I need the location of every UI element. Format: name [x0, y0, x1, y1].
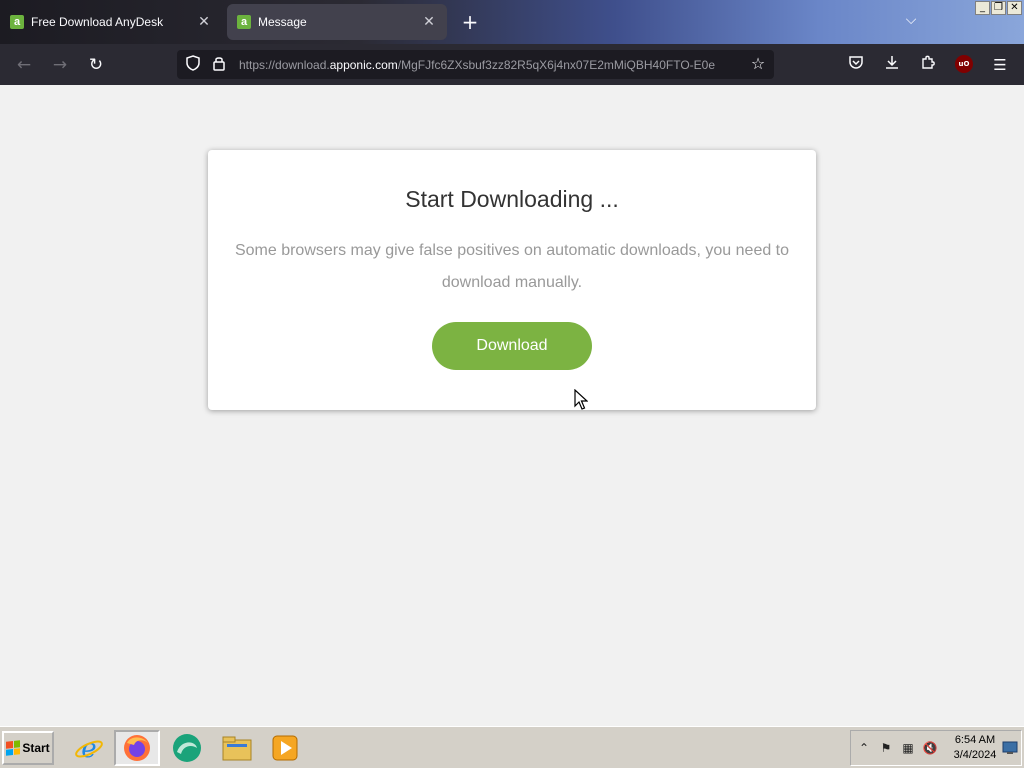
system-tray: ⌃ ⚑ ▦ 🔇 6:54 AM 3/4/2024 — [850, 730, 1022, 766]
action-center-flag-icon[interactable]: ⚑ — [877, 739, 895, 757]
file-explorer-icon[interactable] — [214, 730, 260, 766]
back-arrow-icon[interactable]: ← — [12, 53, 36, 77]
apponic-favicon-icon: a — [10, 15, 24, 29]
start-label: Start — [22, 741, 50, 755]
network-icon[interactable]: ▦ — [899, 739, 917, 757]
close-tab-icon[interactable]: ✕ — [421, 14, 437, 30]
show-desktop-icon[interactable] — [1002, 740, 1018, 756]
page-title: Start Downloading ... — [405, 186, 619, 212]
bookmark-star-icon[interactable]: ☆ — [748, 54, 768, 74]
clock-date: 3/4/2024 — [953, 749, 997, 761]
start-button[interactable]: Start — [2, 731, 54, 765]
download-description: Some browsers may give false positives o… — [234, 242, 790, 291]
tab-label: Free Download AnyDesk — [31, 15, 164, 29]
lock-icon[interactable] — [209, 55, 229, 75]
svg-text:e: e — [81, 734, 96, 763]
tab-message[interactable]: a Message ✕ — [227, 4, 447, 40]
show-hidden-icons-chevron-up-icon[interactable]: ⌃ — [855, 739, 873, 757]
tab-strip: a Free Download AnyDesk ✕ a Message ✕ + … — [0, 0, 1024, 44]
tracking-protection-shield-icon[interactable] — [183, 54, 203, 75]
close-tab-icon[interactable]: ✕ — [196, 14, 212, 30]
volume-muted-icon[interactable]: 🔇 — [921, 739, 939, 757]
pocket-icon[interactable] — [844, 53, 868, 77]
url-text: https://download.apponic.com/MgFJfc6ZXsb… — [239, 57, 716, 72]
minimize-window-button[interactable]: _ — [975, 1, 990, 15]
clock[interactable]: 6:54 AM 3/4/2024 — [947, 733, 1003, 763]
downloads-icon[interactable] — [880, 53, 904, 77]
internet-explorer-icon[interactable]: e — [66, 730, 112, 766]
clock-time: 6:54 AM — [954, 734, 996, 746]
close-window-button[interactable]: ✕ — [1007, 1, 1022, 15]
download-button[interactable]: Download — [432, 322, 592, 370]
restore-window-button[interactable]: ❐ — [991, 1, 1006, 15]
ublock-origin-icon[interactable]: uO — [955, 55, 973, 73]
list-all-tabs-chevron-down-icon[interactable]: ⌵ — [902, 12, 920, 30]
extensions-puzzle-icon[interactable] — [916, 53, 940, 77]
apponic-favicon-icon: a — [237, 15, 251, 29]
window-controls: _ ❐ ✕ — [975, 1, 1022, 15]
windows-logo-icon — [6, 740, 21, 756]
mouse-pointer-icon — [574, 389, 588, 410]
windows-taskbar: Start e ⌃ ⚑ ▦ 🔇 6:54 AM 3/4/2024 — [0, 726, 1024, 768]
firefox-icon[interactable] — [114, 730, 160, 766]
download-message-card: Start Downloading ... Some browsers may … — [208, 150, 816, 410]
browser-icon[interactable] — [164, 730, 210, 766]
menu-hamburger-icon[interactable]: ☰ — [988, 53, 1012, 77]
tab-free-download-anydesk[interactable]: a Free Download AnyDesk ✕ — [0, 4, 222, 40]
tab-label: Message — [258, 15, 307, 29]
new-tab-icon[interactable]: + — [459, 11, 481, 33]
media-player-icon[interactable] — [262, 730, 308, 766]
reload-icon[interactable]: ↻ — [84, 53, 108, 77]
forward-arrow-icon[interactable]: → — [48, 53, 72, 77]
navigation-toolbar: ← → ↻ https://download.apponic.com/MgFJf… — [0, 44, 1024, 85]
address-bar[interactable]: https://download.apponic.com/MgFJfc6ZXsb… — [177, 50, 774, 79]
